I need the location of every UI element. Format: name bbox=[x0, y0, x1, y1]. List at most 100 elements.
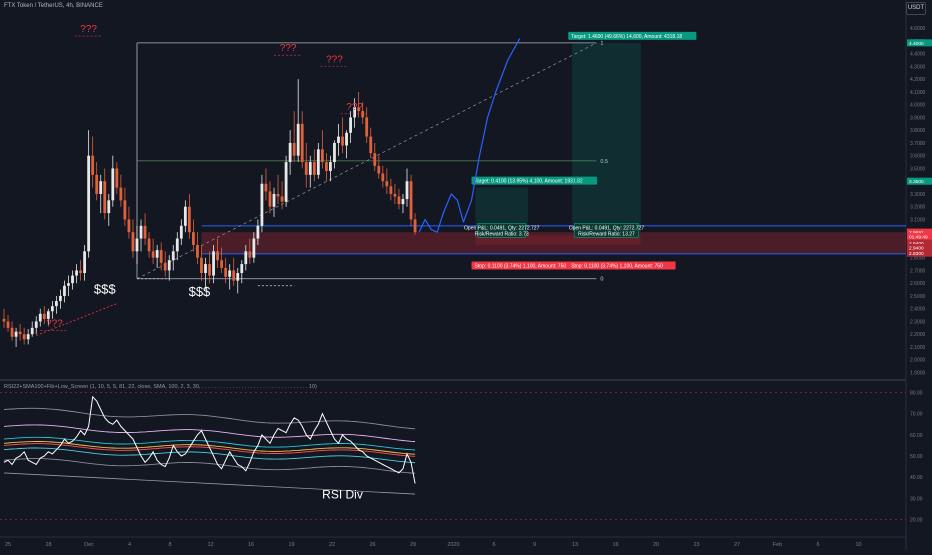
candle-body bbox=[75, 270, 78, 276]
candle-body bbox=[99, 181, 103, 194]
time-tick-label: 28 bbox=[45, 542, 51, 548]
candle-body bbox=[139, 225, 143, 239]
candle-body bbox=[369, 136, 373, 154]
price-tick-label: 2.2000 bbox=[910, 332, 926, 338]
candle-body bbox=[187, 206, 191, 233]
candle-body bbox=[296, 123, 300, 156]
candle-body bbox=[171, 251, 175, 261]
time-tick-label: 29 bbox=[410, 542, 416, 548]
candle-body bbox=[127, 219, 131, 233]
candle-body bbox=[200, 257, 203, 273]
candle-body bbox=[10, 327, 14, 337]
candle-body bbox=[397, 196, 401, 205]
candle-body bbox=[54, 301, 58, 307]
candle-body bbox=[240, 264, 244, 273]
candle-body bbox=[91, 155, 95, 175]
time-tick-label: 19 bbox=[288, 542, 294, 548]
time-tick-label: Dec bbox=[84, 542, 94, 548]
rsi-tick-label: 20.00 bbox=[910, 517, 923, 523]
price-tick-label: 2.4000 bbox=[910, 307, 926, 313]
chart-svg[interactable]: 4.60004.50004.40004.30004.20004.10004.00… bbox=[0, 0, 932, 550]
time-tick-label: 12 bbox=[207, 542, 213, 548]
candle-body bbox=[345, 132, 348, 146]
currency-button[interactable]: USDT bbox=[906, 2, 926, 15]
question-annotation: ??? bbox=[80, 24, 97, 35]
candle-body bbox=[377, 165, 381, 174]
rsi-tick-label: 70.00 bbox=[910, 412, 923, 418]
price-tick-label: 2.5000 bbox=[910, 294, 926, 300]
candle-body bbox=[71, 275, 74, 284]
candle-body bbox=[244, 251, 248, 265]
symbol-title: FTX Token / TetherUS, 4h, BINANCE bbox=[4, 3, 103, 9]
rsi-tick-label: 50.00 bbox=[910, 454, 923, 460]
candle-body bbox=[22, 334, 26, 340]
candle-body bbox=[63, 285, 66, 296]
candle-body bbox=[393, 193, 397, 197]
candle-body bbox=[268, 191, 272, 207]
price-axis-badge-label: 3.3500 bbox=[909, 179, 924, 185]
stop-label: Stop: 0.1100 (3.74%) 1,100, Amount: 750 bbox=[571, 264, 663, 270]
candle-body bbox=[179, 225, 183, 239]
candle-body bbox=[385, 181, 389, 187]
candle-body bbox=[337, 136, 340, 143]
rsi-tick-label: 40.00 bbox=[910, 475, 923, 481]
candle-body bbox=[163, 262, 167, 271]
candle-body bbox=[284, 162, 288, 202]
candle-body bbox=[147, 238, 151, 252]
question-annotation: ??? bbox=[326, 55, 343, 66]
candle-body bbox=[159, 250, 163, 263]
rsi-band-line bbox=[3, 407, 416, 430]
candle-body bbox=[365, 117, 369, 137]
time-tick-label: 6 bbox=[816, 542, 819, 548]
candle-body bbox=[6, 321, 10, 328]
candle-body bbox=[292, 142, 296, 156]
price-tick-label: 3.3000 bbox=[910, 192, 926, 198]
candle-body bbox=[260, 183, 264, 226]
candle-body bbox=[30, 327, 34, 335]
time-tick-label: 16 bbox=[248, 542, 254, 548]
candle-body bbox=[87, 155, 91, 252]
stop-label: Stop: 0.1100 (3.74%) 1,100, Amount: 750 bbox=[475, 264, 567, 270]
time-tick-label: 4 bbox=[128, 542, 131, 548]
candle-body bbox=[373, 153, 377, 166]
question-annotation: ??? bbox=[46, 319, 63, 330]
price-tick-label: 4.6000 bbox=[910, 26, 926, 32]
candle-body bbox=[405, 181, 409, 200]
risk-reward-label: Risk/Reward Ratio: 3.73 bbox=[475, 231, 529, 237]
candle-body bbox=[232, 270, 236, 281]
candle-body bbox=[107, 200, 111, 214]
candle-body bbox=[123, 200, 127, 220]
candle-body bbox=[312, 162, 316, 175]
candle-body bbox=[79, 270, 82, 273]
candle-body bbox=[304, 162, 308, 175]
liquidity-annotation: $$$ bbox=[94, 281, 116, 296]
candle-body bbox=[34, 321, 38, 328]
time-tick-label: 13 bbox=[572, 542, 578, 548]
candle-body bbox=[264, 183, 268, 192]
candle-body bbox=[389, 186, 393, 194]
chart-stage[interactable]: 4.60004.50004.40004.30004.20004.10004.00… bbox=[0, 0, 932, 550]
candle-body bbox=[325, 162, 328, 171]
candle-body bbox=[83, 251, 86, 273]
price-tick-label: 3.6000 bbox=[910, 154, 926, 160]
candle-body bbox=[316, 149, 320, 175]
price-tick-label: 3.9000 bbox=[910, 115, 926, 121]
time-tick-label: 26 bbox=[369, 542, 375, 548]
liquidity-annotation: $$$ bbox=[189, 284, 211, 299]
price-axis-badge-label: 4.4000 bbox=[909, 41, 924, 47]
candle-body bbox=[131, 232, 135, 252]
candle-body bbox=[192, 232, 195, 245]
candle-body bbox=[67, 283, 70, 286]
price-tick-label: 4.4000 bbox=[910, 52, 926, 58]
time-tick-label: 25 bbox=[5, 542, 11, 548]
candle-body bbox=[413, 219, 417, 233]
candle-body bbox=[38, 313, 42, 322]
candle-body bbox=[175, 238, 179, 252]
candle-body bbox=[276, 193, 280, 197]
target-label: Target: 1.4600 (49.66%) 14,600, Amount: … bbox=[571, 34, 682, 40]
candle-body bbox=[103, 181, 107, 214]
price-tick-label: 3.7000 bbox=[910, 141, 926, 147]
candle-body bbox=[167, 260, 171, 271]
candle-body bbox=[280, 196, 284, 202]
price-tick-label: 2.7000 bbox=[910, 268, 926, 274]
